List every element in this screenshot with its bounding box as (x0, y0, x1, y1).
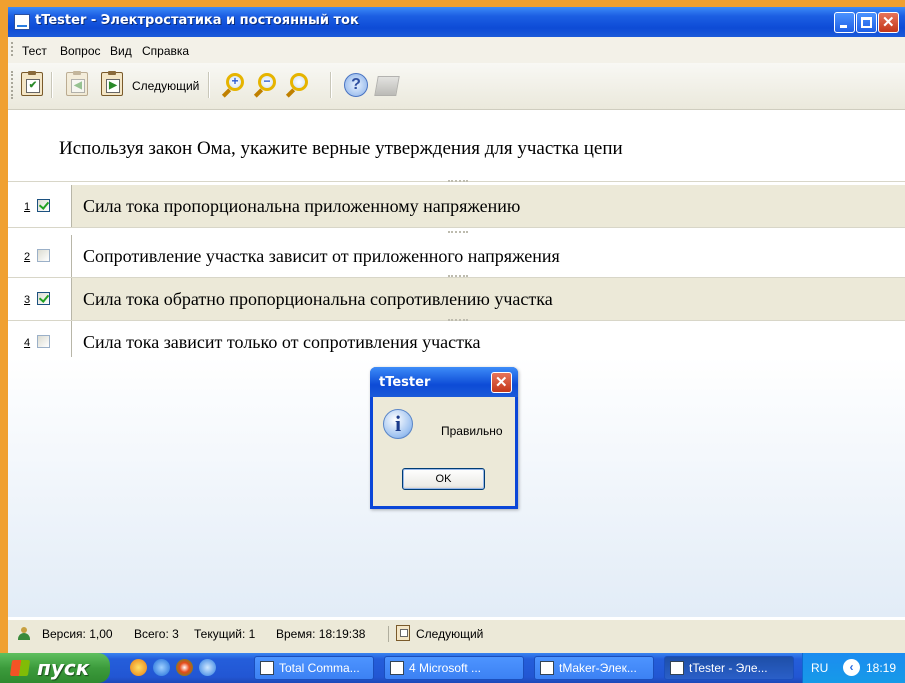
answer-text[interactable]: Сила тока обратно пропорциональна сопрот… (83, 289, 553, 310)
status-total: Всего: 3 (134, 627, 179, 641)
answer-number: 2 (24, 251, 31, 263)
help-icon[interactable]: ? (344, 73, 368, 97)
answer-number-cell: 3 (8, 278, 72, 320)
clock: 18:19 (866, 661, 897, 675)
status-separator (388, 626, 389, 642)
menu-help[interactable]: Справка (142, 44, 189, 58)
answer-checkbox[interactable] (37, 335, 50, 348)
question-panel: Используя закон Ома, укажите верные утве… (8, 110, 905, 182)
dialog-close-button[interactable] (491, 372, 512, 393)
answer-text[interactable]: Сила тока пропорциональна приложенному н… (83, 196, 520, 217)
status-version: Версия: 1,00 (42, 627, 113, 641)
menu-view[interactable]: Вид (110, 44, 132, 58)
answer-row-2[interactable]: 2 Сопротивление участка зависит от прило… (8, 235, 905, 278)
dialog-title: tTester (379, 375, 431, 390)
next-status-icon[interactable] (396, 625, 410, 641)
splitter-grip[interactable] (448, 180, 468, 184)
toolbar-separator (330, 72, 332, 98)
answer-checkbox[interactable] (37, 249, 50, 262)
status-next[interactable]: Следующий (416, 627, 483, 641)
app-icon[interactable] (14, 14, 30, 30)
opera-icon[interactable] (176, 659, 193, 676)
menu-grip (11, 42, 15, 56)
calculator-icon[interactable] (374, 76, 400, 96)
dialog-message: Правильно (441, 424, 503, 438)
next-icon[interactable]: ▶ (101, 71, 123, 96)
info-icon: i (383, 409, 413, 439)
answer-number: 3 (24, 294, 31, 306)
answer-number: 1 (24, 201, 31, 213)
menu-question[interactable]: Вопрос (60, 44, 101, 58)
close-button[interactable] (878, 12, 899, 33)
answer-checkbox[interactable] (37, 199, 50, 212)
toolbar-separator (51, 72, 53, 98)
task-ttester[interactable]: tTester - Эле... (664, 656, 794, 680)
status-bar: Версия: 1,00 Всего: 3 Текущий: 1 Время: … (8, 619, 905, 653)
zoom-reset-icon[interactable] (290, 73, 308, 91)
menu-bar: Тест Вопрос Вид Справка (8, 37, 905, 63)
task-tmaker[interactable]: tMaker-Элек... (534, 656, 654, 680)
start-label: пуск (37, 656, 90, 680)
system-tray: RU ‹ 18:19 (802, 653, 905, 683)
zoom-in-icon[interactable]: + (226, 73, 244, 91)
toolbar: ✔ ◀ ▶ Следующий + − ? (8, 63, 905, 110)
zoom-out-icon[interactable]: − (258, 73, 276, 91)
answer-text[interactable]: Сопротивление участка зависит от приложе… (83, 246, 560, 267)
answer-text[interactable]: Сила тока зависит только от сопротивлени… (83, 332, 481, 353)
minimize-button[interactable] (834, 12, 855, 33)
title-bar[interactable]: tTester - Электростатика и постоянный то… (8, 7, 905, 37)
menu-test[interactable]: Тест (22, 44, 47, 58)
toolbar-grip (11, 71, 13, 99)
status-time: Время: 18:19:38 (276, 627, 366, 641)
answer-row-1[interactable]: 1 Сила тока пропорциональна приложенному… (8, 185, 905, 228)
question-text: Используя закон Ома, укажите верные утве… (59, 138, 623, 159)
task-microsoft-word[interactable]: 4 Microsoft ... (384, 656, 524, 680)
test-list-icon[interactable]: ✔ (21, 71, 43, 96)
answer-checkbox[interactable] (37, 292, 50, 305)
firefox-icon[interactable] (130, 659, 147, 676)
answer-number-cell: 2 (8, 235, 72, 277)
dialog-title-bar[interactable]: tTester (370, 367, 518, 397)
ok-button[interactable]: OK (402, 468, 485, 490)
toolbar-separator (208, 72, 210, 98)
browser-icon[interactable] (199, 659, 216, 676)
answer-number-cell: 1 (8, 185, 72, 227)
tray-expand-icon[interactable]: ‹ (843, 659, 860, 676)
internet-explorer-icon[interactable] (153, 659, 170, 676)
windows-logo-icon (9, 660, 31, 676)
task-total-commander[interactable]: Total Comma... (254, 656, 374, 680)
user-icon (18, 627, 30, 641)
next-button-label[interactable]: Следующий (132, 79, 199, 93)
main-window: tTester - Электростатика и постоянный то… (8, 7, 905, 653)
maximize-button[interactable] (856, 12, 877, 33)
start-button[interactable]: пуск (0, 653, 110, 683)
answer-number: 4 (24, 337, 31, 349)
taskbar: пуск Total Comma... 4 Microsoft ... tMak… (0, 653, 905, 683)
window-title: tTester - Электростатика и постоянный то… (35, 13, 359, 28)
previous-icon[interactable]: ◀ (66, 71, 88, 96)
message-dialog: tTester i Правильно OK (370, 367, 518, 509)
answer-row-3[interactable]: 3 Сила тока обратно пропорциональна сопр… (8, 278, 905, 321)
status-current: Текущий: 1 (194, 627, 256, 641)
language-indicator[interactable]: RU (811, 661, 828, 675)
